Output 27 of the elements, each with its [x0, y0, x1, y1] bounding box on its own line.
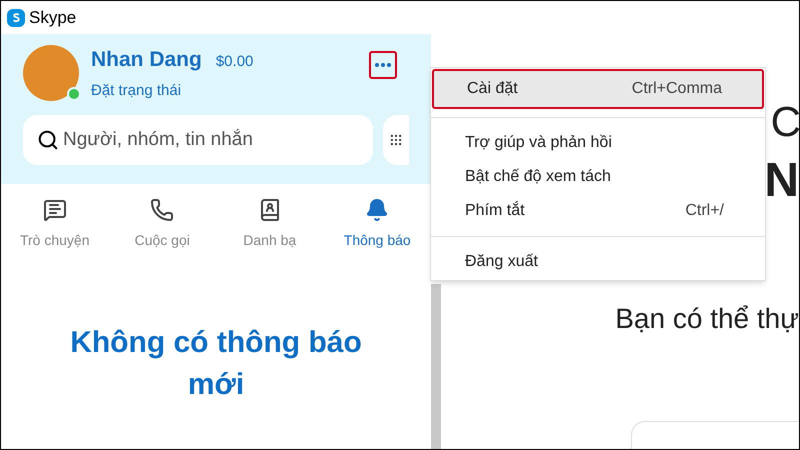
menu-item[interactable]: Trợ giúp và phản hồi — [432, 126, 764, 160]
skype-logo-icon — [7, 8, 25, 26]
empty-state-title: Không có thông báo mới — [69, 325, 363, 403]
dial-pad-icon — [389, 133, 403, 147]
nav-tab[interactable]: Cuộc gọi — [108, 198, 216, 254]
body-text: Bạn có thể thự — [615, 302, 799, 336]
menu-item[interactable]: Cài đặt Ctrl+Comma — [432, 69, 764, 109]
profile-name: Nhan Dang — [91, 47, 202, 73]
shortcut-text: Ctrl+/ — [685, 201, 724, 221]
nav-tab[interactable]: Danh bạ — [216, 198, 324, 254]
nav-tab[interactable]: Thông báo — [324, 198, 431, 254]
balance-text: $0.00 — [216, 52, 254, 72]
more-icon — [375, 63, 391, 67]
dial-pad-button[interactable] — [383, 115, 409, 165]
more-options-button[interactable] — [369, 51, 397, 79]
bell-icon — [365, 198, 390, 222]
shortcut-text: Ctrl+Comma — [632, 79, 722, 99]
window-title: Skype — [29, 6, 76, 29]
nav-tab[interactable]: Trò chuyện — [1, 198, 108, 254]
menu-item[interactable]: Bật chế độ xem tách — [432, 160, 764, 194]
menu-item[interactable]: Phím tắt Ctrl+/ — [432, 194, 764, 228]
chat-bubble-icon — [42, 198, 67, 222]
menu-item[interactable]: Đăng xuất — [432, 245, 764, 279]
heading-text: N — [764, 154, 799, 208]
search-icon — [37, 129, 59, 151]
status-link[interactable]: Đặt trạng thái — [91, 80, 254, 102]
phone-icon — [150, 198, 174, 222]
